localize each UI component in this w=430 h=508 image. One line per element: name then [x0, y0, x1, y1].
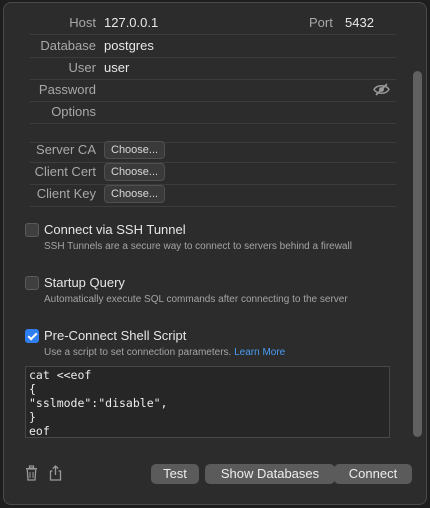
scrollbar-thumb[interactable] — [413, 71, 422, 437]
client-key-divider — [30, 206, 396, 207]
client-cert-label: Client Cert — [34, 164, 96, 179]
client-cert-row: Client Cert Choose... — [4, 163, 426, 185]
client-cert-choose-button[interactable]: Choose... — [104, 163, 166, 181]
server-ca-choose-button[interactable]: Choose... — [104, 141, 166, 159]
eye-slash-icon[interactable] — [373, 83, 390, 99]
test-button[interactable]: Test — [151, 464, 199, 484]
ssh-tunnel-title[interactable]: Connect via SSH Tunnel — [44, 222, 186, 237]
user-label: User — [68, 60, 96, 75]
options-divider — [30, 123, 396, 124]
user-divider — [30, 79, 396, 80]
database-divider — [30, 57, 396, 58]
user-input[interactable]: user — [104, 60, 129, 75]
show-databases-button[interactable]: Show Databases — [205, 464, 335, 484]
server-ca-label: Server CA — [36, 142, 96, 157]
host-label: Host — [69, 15, 96, 30]
trash-icon[interactable] — [25, 465, 38, 486]
startup-query-desc: Automatically execute SQL commands after… — [44, 294, 348, 305]
preconnect-desc-text: Use a script to set connection parameter… — [44, 347, 232, 358]
learn-more-link[interactable]: Learn More — [234, 347, 285, 358]
server-ca-row: Server CA Choose... — [4, 141, 426, 163]
share-icon[interactable] — [49, 465, 62, 486]
host-input[interactable]: 127.0.0.1 — [104, 15, 158, 30]
startup-query-checkbox[interactable] — [25, 276, 39, 290]
port-label: Port — [309, 15, 333, 30]
ssh-tunnel-checkbox[interactable] — [25, 223, 39, 237]
preconnect-script-desc: Use a script to set connection parameter… — [44, 347, 285, 358]
client-key-choose-button[interactable]: Choose... — [104, 185, 166, 203]
preconnect-script-title[interactable]: Pre-Connect Shell Script — [44, 328, 186, 343]
connection-panel: Host 127.0.0.1 Port 5432 Database postgr… — [3, 2, 427, 505]
password-divider — [30, 101, 396, 102]
startup-query-title[interactable]: Startup Query — [44, 275, 125, 290]
port-input[interactable]: 5432 — [345, 15, 374, 30]
preconnect-script-checkbox[interactable] — [25, 329, 39, 343]
database-label: Database — [40, 38, 96, 53]
password-label: Password — [38, 82, 96, 97]
database-input[interactable]: postgres — [104, 38, 154, 53]
host-divider — [30, 34, 396, 35]
ssh-tunnel-desc: SSH Tunnels are a secure way to connect … — [44, 241, 352, 252]
client-key-label: Client Key — [36, 186, 96, 201]
client-key-row: Client Key Choose... — [4, 185, 426, 207]
preconnect-script-editor[interactable]: cat <<eof { "sslmode":"disable", } eof — [25, 366, 390, 438]
connect-button[interactable]: Connect — [334, 464, 412, 484]
options-label: Options — [51, 104, 96, 119]
